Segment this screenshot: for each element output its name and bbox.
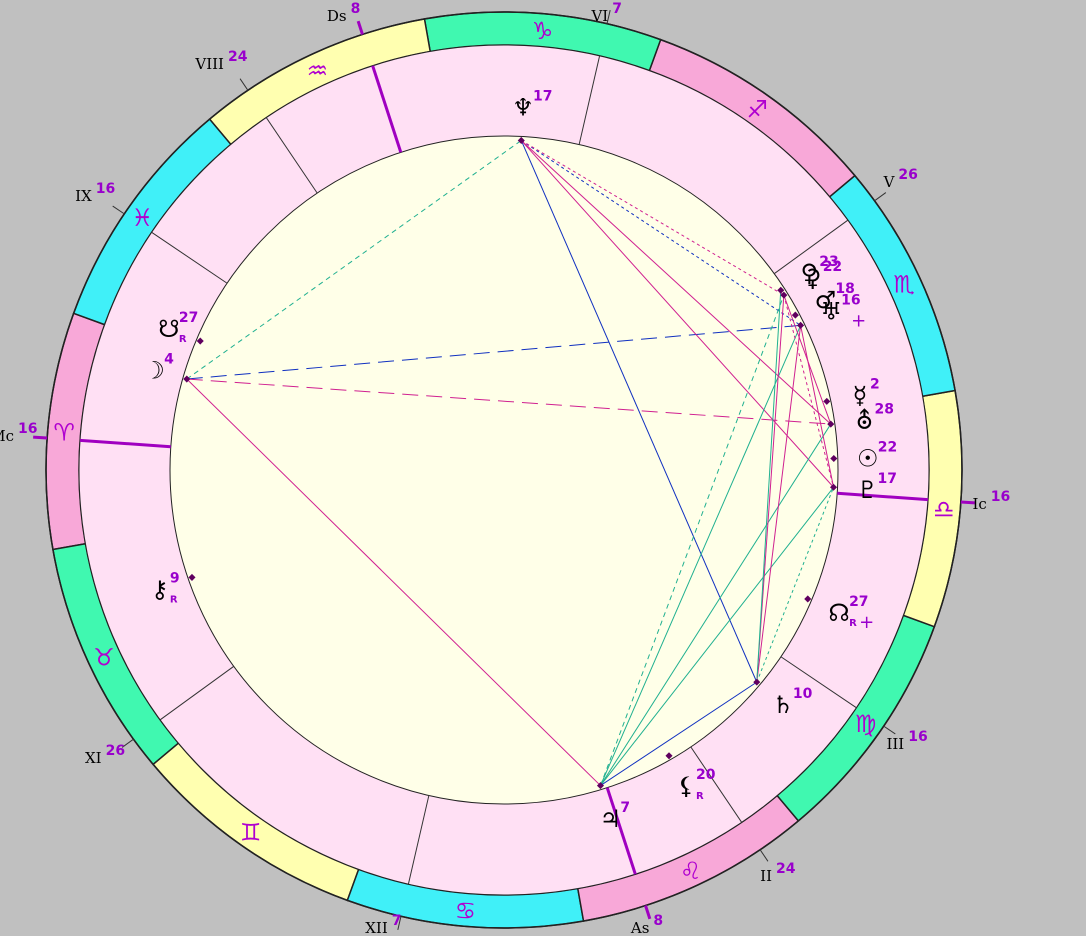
uranus-degree: 28 <box>874 401 893 417</box>
eros-icon[interactable]: ♅ <box>820 297 842 325</box>
eros-plus-marker: + <box>851 310 866 331</box>
house-degree-8: 24 <box>228 49 248 65</box>
aquarius-sign-icon: ♒ <box>307 57 329 85</box>
jupiter-icon[interactable]: ♃ <box>600 805 622 833</box>
house-degree-7: 8 <box>351 1 361 17</box>
scorpio-sign-icon: ♏ <box>893 270 915 298</box>
house-degree-6: 7 <box>612 1 622 17</box>
house-degree-9: 16 <box>96 181 115 197</box>
lilith-retrograde-label: R <box>696 791 704 802</box>
virgo-sign-icon: ♍ <box>855 710 877 738</box>
house-label-10: Mc <box>0 427 14 445</box>
house-label-4: Ic <box>972 495 986 513</box>
chiron-degree: 9 <box>170 571 180 587</box>
sun-degree: 22 <box>878 439 897 455</box>
house-label-2: II <box>760 867 772 885</box>
chiron-icon[interactable]: ⚷ <box>151 576 169 604</box>
uranus-icon[interactable]: ⛢ <box>856 406 874 434</box>
jupiter-degree: 7 <box>620 800 630 816</box>
mercury-degree: 2 <box>870 376 880 392</box>
house-degree-3: 16 <box>908 729 927 745</box>
south-node-retrograde-label: R <box>179 334 187 345</box>
house-degree-12: 7 <box>392 913 402 929</box>
north-node-retrograde-label: R <box>849 618 857 629</box>
lilith-degree: 20 <box>696 767 716 783</box>
house-degree-2: 24 <box>776 861 796 877</box>
neptune-degree: 17 <box>533 88 552 104</box>
house-label-9: IX <box>75 187 92 205</box>
pluto-icon[interactable]: ♇ <box>857 476 879 504</box>
house-label-8: VIII <box>194 55 224 73</box>
house-degree-5: 26 <box>898 167 917 183</box>
gemini-sign-icon: ♊ <box>240 819 262 847</box>
house-label-5: V <box>883 173 896 191</box>
sagittarius-sign-icon: ♐ <box>746 95 768 123</box>
house-degree-1: 8 <box>653 913 663 929</box>
capricorn-sign-icon: ♑ <box>532 17 554 45</box>
mercury-icon[interactable]: ☿ <box>853 381 868 409</box>
south-node-degree: 27 <box>179 310 198 326</box>
saturn-degree: 10 <box>793 686 813 702</box>
house-label-12: XII <box>365 919 388 936</box>
neptune-icon[interactable]: ♆ <box>512 93 534 121</box>
pisces-sign-icon: ♓ <box>132 204 154 232</box>
libra-sign-icon: ♎ <box>933 495 955 523</box>
leo-sign-icon: ♌ <box>680 857 702 885</box>
house-label-3: III <box>886 735 904 753</box>
moon-icon[interactable]: ☽ <box>143 357 165 385</box>
house-label-7: Ds <box>327 7 347 25</box>
moon-degree: 4 <box>164 352 174 368</box>
house-degree-11: 26 <box>106 743 125 759</box>
house-degree-4: 16 <box>991 489 1010 505</box>
house-label-1: As <box>630 919 650 936</box>
house-label-11: XI <box>85 749 102 767</box>
eros-degree: 16 <box>841 292 860 308</box>
lilith-icon[interactable]: ⚸ <box>677 772 695 800</box>
aries-sign-icon: ♈ <box>53 419 75 447</box>
chart-svg: ♈♉♊♋♌♍♎♏♐♑♒♓ ♆ 17♀ 23⚳ 22♂ 18♅ 16+☿ 2☉ 22⛢ 28♇ 17… <box>0 0 1086 937</box>
sun-icon[interactable]: ☉ <box>857 444 879 472</box>
north-node-plus-marker: + <box>859 612 874 633</box>
house-degree-10: 16 <box>18 421 37 437</box>
south-node-icon[interactable]: ☋ <box>158 315 179 343</box>
north-node-icon[interactable]: ☊ <box>828 599 849 627</box>
saturn-icon[interactable]: ♄ <box>772 691 794 719</box>
taurus-sign-icon: ♉ <box>93 644 115 672</box>
cancer-sign-icon: ♋ <box>455 897 477 925</box>
house-tick-10 <box>33 435 48 440</box>
pluto-degree: 17 <box>878 471 897 487</box>
ceres-degree: 22 <box>823 259 842 275</box>
chiron-retrograde-label: R <box>170 595 178 606</box>
astrology-chart: ♈ ♉ ♊ ♋ ♌ ♍ ♎ ♏ ♐ ♑ ♒ ♓ ♆ 17 ♀ 23 ⚳ 22 ♂ 18 ♅ 16 + ☿ 2 ☉ 22 ⛢ 28 ♇ 17… <box>0 0 1086 937</box>
north-node-degree: 27 <box>849 594 868 610</box>
house-label-6: VI <box>590 7 608 25</box>
